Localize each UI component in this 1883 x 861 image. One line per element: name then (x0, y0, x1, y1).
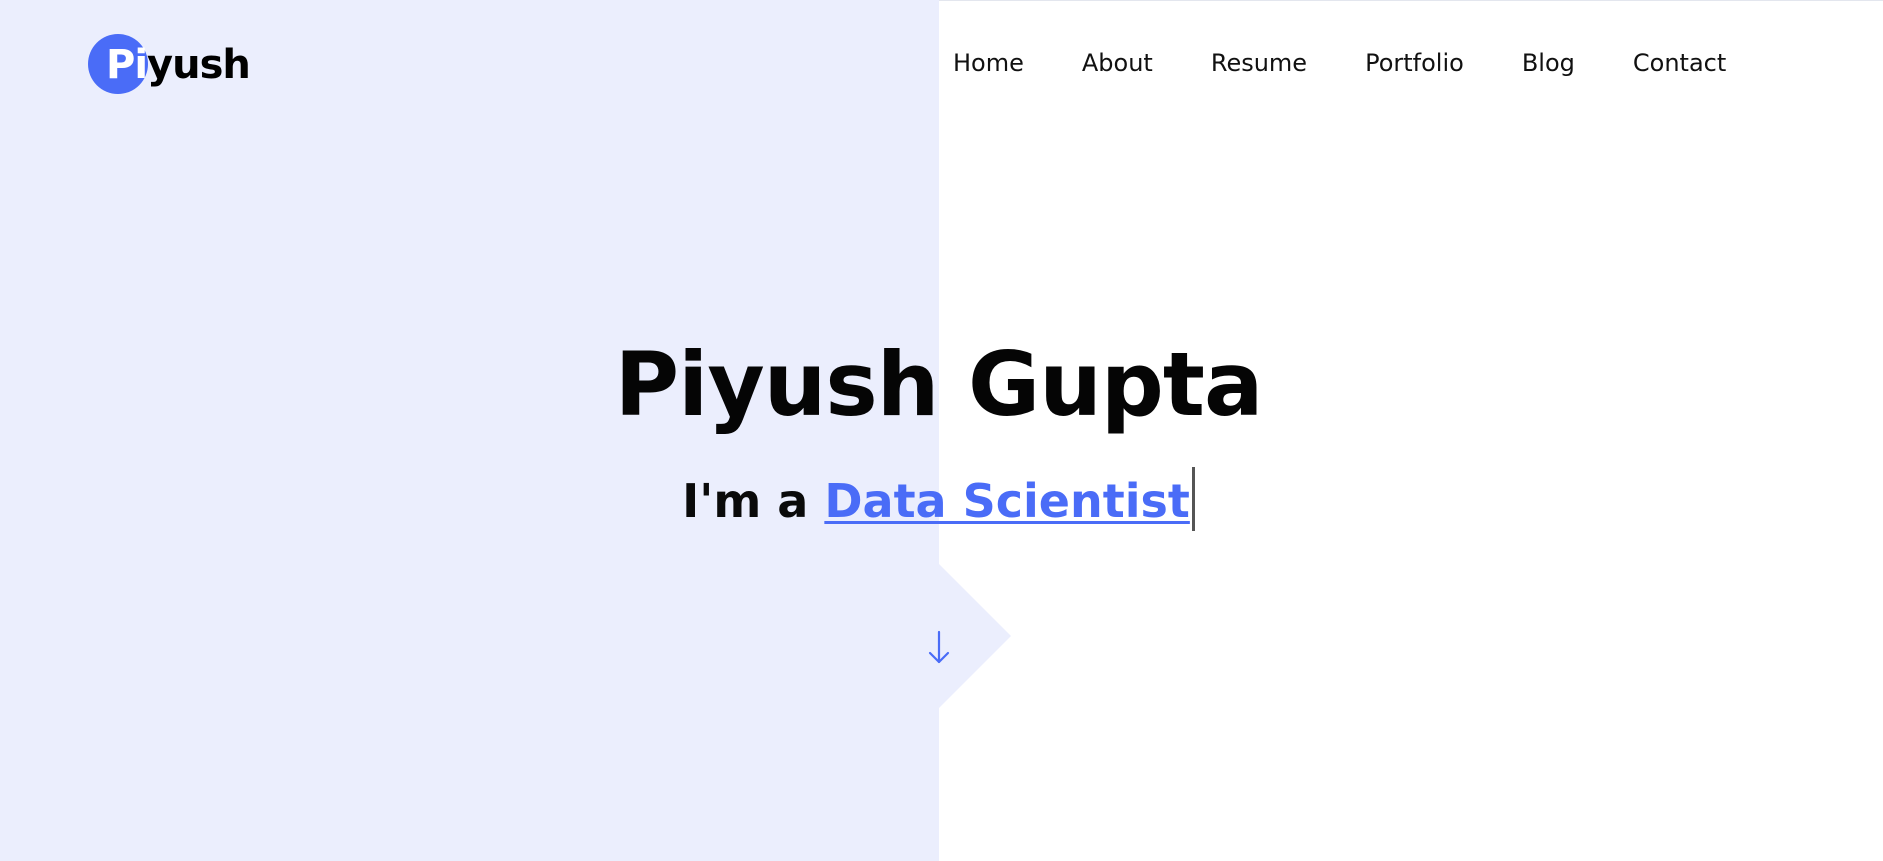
nav-about[interactable]: About (1082, 44, 1153, 82)
site-logo[interactable]: Piyush (88, 34, 251, 96)
typing-cursor (1191, 467, 1195, 531)
page: Piyush Home About Resume Portfolio Blog … (0, 0, 1883, 861)
arrow-down-icon (928, 630, 950, 664)
logo-rest-text: yush (147, 42, 251, 88)
scroll-down-button[interactable] (923, 628, 955, 668)
hero-role-text: Data Scientist (824, 474, 1190, 528)
nav-home[interactable]: Home (953, 44, 1024, 82)
hero-intro-text: I'm a (682, 474, 809, 528)
logo-text: Piyush (106, 34, 251, 96)
logo-highlight-text: Pi (106, 42, 148, 88)
nav-contact[interactable]: Contact (1633, 44, 1726, 82)
hero-subtitle: I'm a Data Scientist (0, 467, 1877, 535)
nav-blog[interactable]: Blog (1522, 44, 1575, 82)
hero-name: Piyush Gupta (614, 333, 1264, 436)
nav-resume[interactable]: Resume (1211, 44, 1307, 82)
main-nav: Home About Resume Portfolio Blog Contact (953, 44, 1726, 82)
nav-portfolio[interactable]: Portfolio (1365, 44, 1464, 82)
